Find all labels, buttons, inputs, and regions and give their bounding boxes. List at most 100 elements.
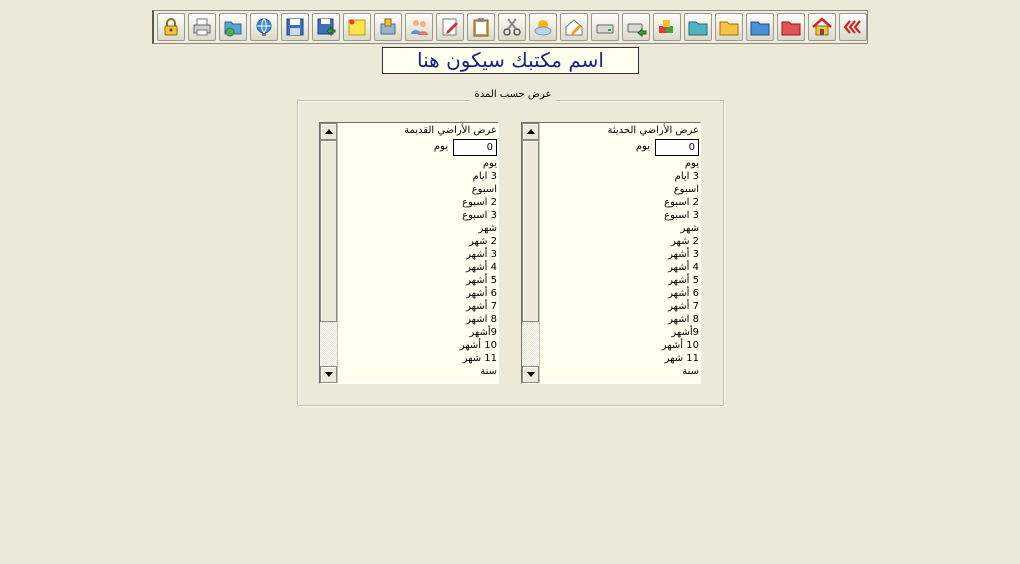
toolbar [152, 10, 868, 44]
new-lands-unit-label: يوم [635, 141, 650, 152]
back-arrows-icon [843, 20, 861, 34]
new-lands-period-option[interactable]: سنة [662, 365, 699, 378]
users-icon [411, 20, 428, 35]
new-lands-days-input[interactable]: 0 [655, 139, 699, 156]
folder-yellow-icon [719, 21, 739, 36]
scroll-down-icon [526, 372, 535, 377]
new-lands-scroll-up-button[interactable] [522, 123, 539, 140]
open-button[interactable] [219, 13, 247, 41]
old-lands-period-option[interactable]: 11 شهر [460, 352, 497, 365]
old-lands-period-option[interactable]: شهر [460, 222, 497, 235]
save-button[interactable] [281, 13, 309, 41]
new-lands-panel: عرض الأراضي الحديثة 0 يوم يوم 3 ايام اسبوع… [521, 122, 701, 384]
new-lands-period-option[interactable]: 9أشهر [662, 326, 699, 339]
old-lands-period-option[interactable]: 7 أشهر [460, 300, 497, 313]
new-lands-period-option[interactable]: 2 شهر [662, 235, 699, 248]
folder-red-button[interactable] [777, 13, 805, 41]
house-edit-icon [565, 19, 583, 36]
new-lands-period-option[interactable]: 8 اشهر [662, 313, 699, 326]
old-lands-period-option[interactable]: 9أشهر [460, 326, 497, 339]
old-lands-period-option[interactable]: 6 أشهر [460, 287, 497, 300]
new-lands-period-option[interactable]: 10 أشهر [662, 339, 699, 352]
old-lands-period-option[interactable]: 3 ايام [460, 170, 497, 183]
new-lands-period-option[interactable]: اسبوع [662, 183, 699, 196]
old-lands-period-option[interactable]: 3 اسبوع [460, 209, 497, 222]
old-lands-period-option[interactable]: 10 أشهر [460, 339, 497, 352]
folder-blue-button[interactable] [746, 13, 774, 41]
internet-button[interactable] [250, 13, 278, 41]
old-lands-period-option[interactable]: 8 اشهر [460, 313, 497, 326]
old-lands-period-option[interactable]: 3 أشهر [460, 248, 497, 261]
old-lands-period-option[interactable]: يوم [460, 157, 497, 170]
scroll-down-icon [324, 372, 333, 377]
edit-property-button[interactable] [560, 13, 588, 41]
weather-button[interactable] [529, 13, 557, 41]
boxes-button[interactable] [653, 13, 681, 41]
old-lands-days-input[interactable]: 0 [453, 139, 497, 156]
cut-button[interactable] [498, 13, 526, 41]
boxes-icon [659, 20, 673, 33]
old-lands-scrollbar[interactable] [320, 123, 338, 383]
tools-button[interactable] [374, 13, 402, 41]
save-back-button[interactable] [312, 13, 340, 41]
edit-button[interactable] [436, 13, 464, 41]
notes-button[interactable] [343, 13, 371, 41]
lock-icon [164, 18, 178, 36]
folder-red-icon [781, 21, 801, 36]
edit-form-icon [442, 18, 458, 36]
new-lands-title: عرض الأراضي الحديثة [607, 125, 699, 136]
new-lands-period-option[interactable]: يوم [662, 157, 699, 170]
old-lands-period-option[interactable]: 2 شهر [460, 235, 497, 248]
scroll-up-icon [324, 129, 333, 134]
folder-teal-button[interactable] [684, 13, 712, 41]
new-lands-period-option[interactable]: 3 ايام [662, 170, 699, 183]
new-lands-scroll-down-button[interactable] [522, 366, 539, 383]
new-lands-period-option[interactable]: شهر [662, 222, 699, 235]
save-back-icon [317, 18, 336, 37]
folder-blue-icon [750, 21, 770, 36]
old-lands-scroll-down-button[interactable] [320, 366, 337, 383]
new-lands-period-option[interactable]: 4 أشهر [662, 261, 699, 274]
home-button[interactable] [808, 13, 836, 41]
drive-add-icon [627, 23, 647, 37]
new-lands-period-option[interactable]: 2 اسبوع [662, 196, 699, 209]
new-lands-period-option[interactable]: 6 أشهر [662, 287, 699, 300]
old-lands-unit-label: يوم [433, 141, 448, 152]
old-lands-period-option[interactable]: 4 أشهر [460, 261, 497, 274]
clipboard-icon [473, 18, 489, 37]
folder-teal-icon [688, 21, 708, 36]
weather-icon [534, 20, 552, 36]
new-lands-period-option[interactable]: 3 اسبوع [662, 209, 699, 222]
old-lands-period-option[interactable]: 2 اسبوع [460, 196, 497, 209]
drive-add-button[interactable] [622, 13, 650, 41]
new-lands-period-list: يوم 3 ايام اسبوع 2 اسبوع 3 اسبوع شهر 2 شهر 3 أش… [662, 157, 699, 378]
old-lands-period-option[interactable]: 5 أشهر [460, 274, 497, 287]
new-lands-scrollbar[interactable] [522, 123, 540, 383]
new-lands-period-option[interactable]: 5 أشهر [662, 274, 699, 287]
sticky-note-icon [348, 19, 366, 36]
old-lands-period-list: يوم 3 ايام اسبوع 2 اسبوع 3 اسبوع شهر 2 شهر 3 أش… [460, 157, 497, 378]
lock-button[interactable] [157, 13, 185, 41]
clipboard-button[interactable] [467, 13, 495, 41]
old-lands-period-option[interactable]: سنة [460, 365, 497, 378]
old-lands-scroll-thumb[interactable] [320, 140, 337, 322]
new-lands-scroll-thumb[interactable] [522, 140, 539, 322]
drive-button[interactable] [591, 13, 619, 41]
globe-icon [256, 18, 272, 36]
old-lands-scroll-up-button[interactable] [320, 123, 337, 140]
users-button[interactable] [405, 13, 433, 41]
open-folder-icon [224, 21, 242, 37]
scroll-up-icon [526, 129, 535, 134]
home-icon [812, 17, 832, 36]
scissors-icon [503, 18, 521, 36]
save-disk-icon [286, 18, 304, 36]
new-lands-period-option[interactable]: 3 أشهر [662, 248, 699, 261]
new-lands-period-option[interactable]: 7 أشهر [662, 300, 699, 313]
folder-yellow-button[interactable] [715, 13, 743, 41]
back-button[interactable] [839, 13, 867, 41]
old-lands-period-option[interactable]: اسبوع [460, 183, 497, 196]
new-lands-period-option[interactable]: 11 شهر [662, 352, 699, 365]
tools-icon [380, 18, 396, 35]
print-button[interactable] [188, 13, 216, 41]
old-lands-title: عرض الأراضي القديمة [404, 125, 497, 136]
